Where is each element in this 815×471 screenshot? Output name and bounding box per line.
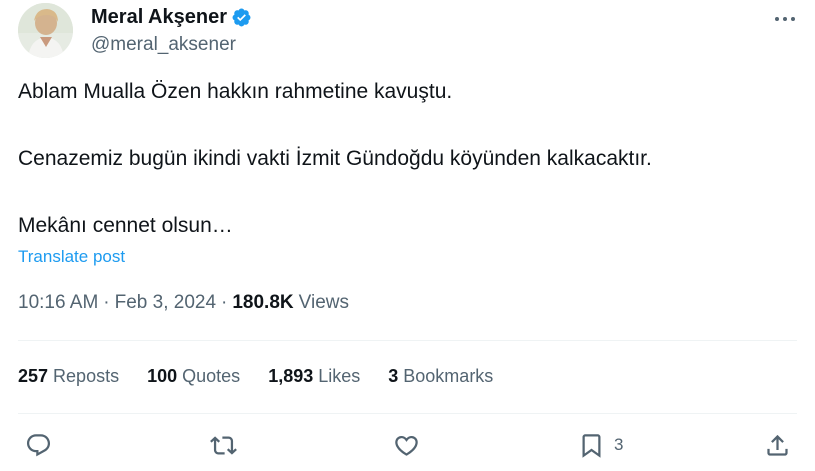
bookmarks-label: Bookmarks xyxy=(403,366,494,386)
repost-icon xyxy=(210,435,237,455)
quotes-count: 100 xyxy=(147,366,178,386)
profile-photo-icon xyxy=(18,3,73,58)
reply-icon xyxy=(26,433,51,456)
author-info: Meral Akşener @meral_aksener xyxy=(91,5,252,56)
likes-label: Likes xyxy=(318,366,361,386)
views-count: 180.8K xyxy=(232,292,294,313)
likes-stat[interactable]: 1,893 Likes xyxy=(268,366,360,387)
reposts-count: 257 xyxy=(18,366,49,386)
meta-separator: · xyxy=(103,292,110,313)
verified-badge-icon xyxy=(232,8,251,26)
bookmark-icon xyxy=(582,433,601,458)
quotes-stat[interactable]: 100 Quotes xyxy=(147,366,240,387)
bookmarks-count: 3 xyxy=(388,366,399,386)
divider xyxy=(18,413,797,414)
post-date[interactable]: Feb 3, 2024 xyxy=(115,292,216,314)
bookmark-button[interactable]: 3 xyxy=(578,430,623,460)
tweet-line: Mekânı cennet olsun… xyxy=(18,214,233,237)
tweet-meta: 10:16 AM · Feb 3, 2024 · 180.8K Views xyxy=(18,292,349,314)
author-name[interactable]: Meral Akşener xyxy=(91,6,227,29)
more-dots-icon xyxy=(775,17,795,21)
translate-post-link[interactable]: Translate post xyxy=(18,247,125,267)
share-icon xyxy=(767,434,788,456)
like-icon xyxy=(395,435,418,456)
tweet-header: Meral Akşener @meral_aksener xyxy=(18,3,797,59)
avatar[interactable] xyxy=(18,3,73,58)
tweet-line: Cenazemiz bugün ikindi vakti İzmit Gündo… xyxy=(18,147,652,170)
likes-count: 1,893 xyxy=(268,366,314,386)
reposts-stat[interactable]: 257 Reposts xyxy=(18,366,119,387)
reply-button[interactable] xyxy=(25,430,52,460)
more-options-button[interactable] xyxy=(773,9,797,29)
divider xyxy=(18,340,797,341)
bookmarks-stat[interactable]: 3 Bookmarks xyxy=(388,366,493,387)
author-handle[interactable]: @meral_aksener xyxy=(91,34,252,56)
share-button[interactable] xyxy=(764,430,791,460)
like-button[interactable] xyxy=(393,430,420,460)
quotes-label: Quotes xyxy=(182,366,241,386)
reposts-label: Reposts xyxy=(53,366,120,386)
tweet-line: Ablam Mualla Özen hakkın rahmetine kavuş… xyxy=(18,80,453,103)
repost-button[interactable] xyxy=(210,430,237,460)
bookmark-count: 3 xyxy=(614,435,624,454)
post-time[interactable]: 10:16 AM xyxy=(18,292,98,314)
action-bar: 3 xyxy=(18,426,797,466)
engagement-stats: 257 Reposts 100 Quotes 1,893 Likes 3 Bookmar… xyxy=(18,366,521,387)
views-label: Views xyxy=(298,292,349,313)
meta-separator: · xyxy=(221,292,228,313)
